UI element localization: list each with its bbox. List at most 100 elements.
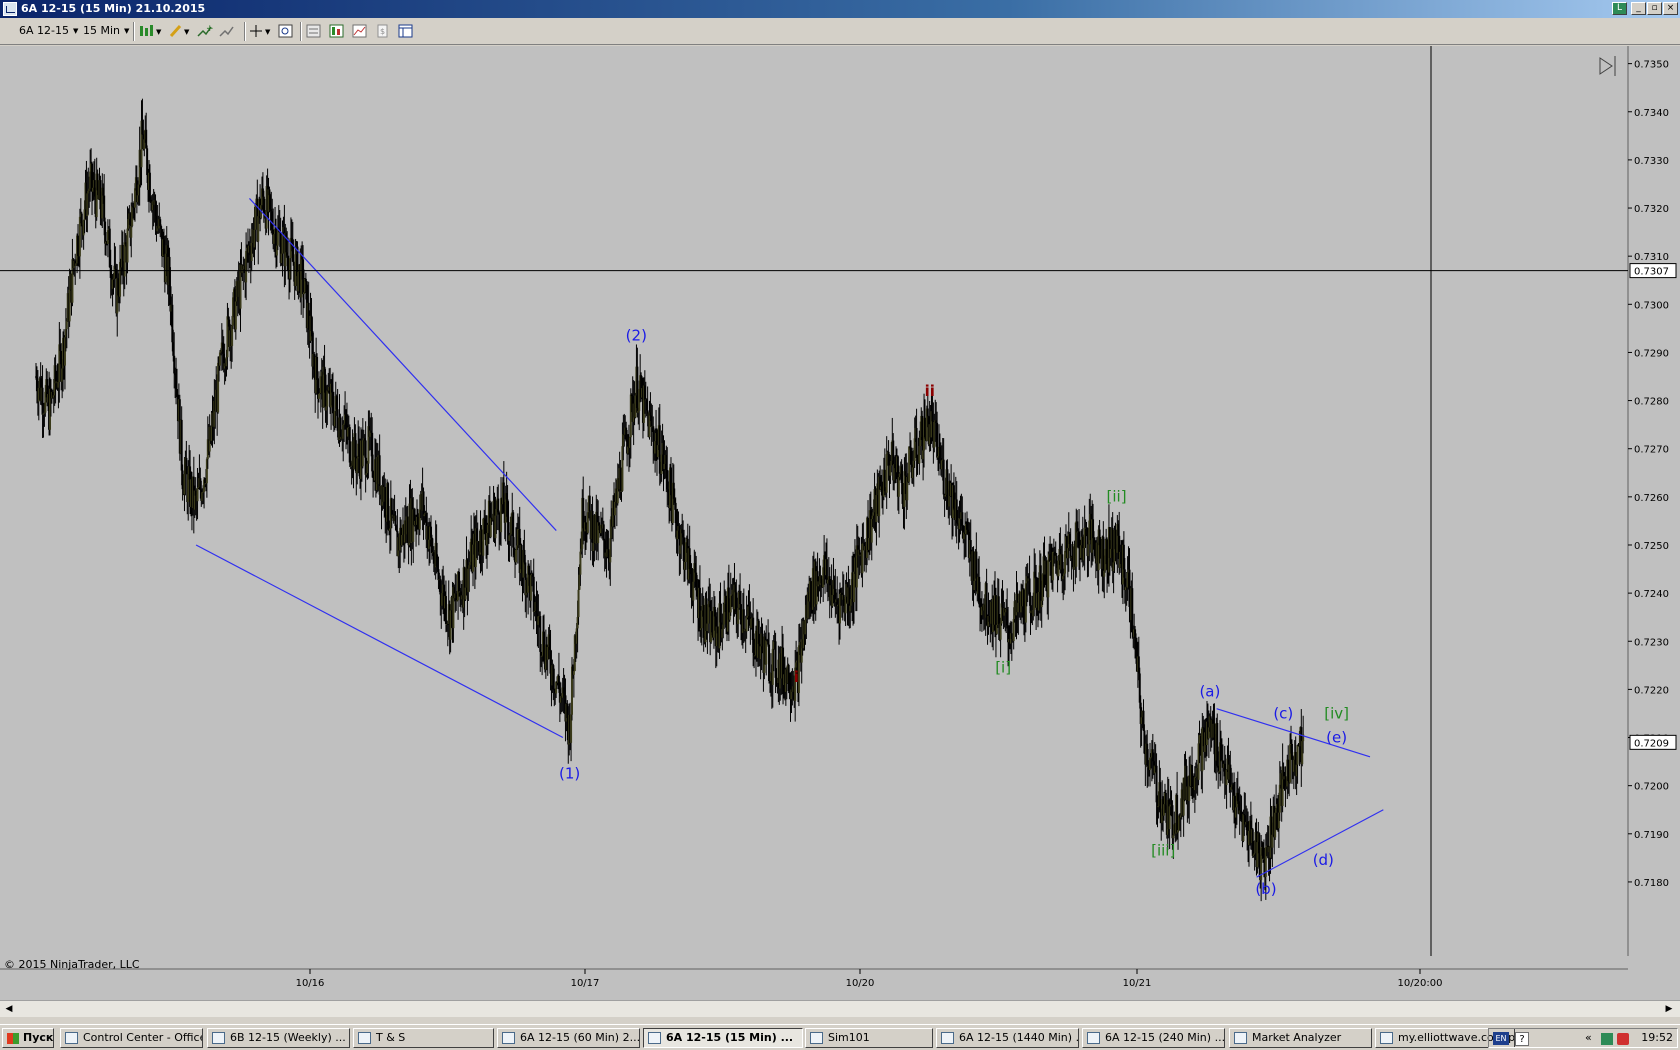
zoom-icon[interactable] <box>277 23 295 39</box>
candle-body <box>737 607 740 624</box>
trendline <box>195 544 564 739</box>
trendline <box>248 197 557 531</box>
candle-body <box>1064 550 1067 574</box>
wave-label: (d) <box>1313 851 1334 869</box>
candle-body <box>1177 830 1180 833</box>
candle-body <box>999 623 1002 640</box>
add-indicator-icon[interactable]: + <box>196 23 214 39</box>
bar-type-icon[interactable]: ▼ <box>138 23 162 39</box>
wave-label: [ii] <box>1107 488 1127 506</box>
candle-body <box>176 389 179 395</box>
candle-body <box>901 482 904 504</box>
taskbar-item-label: 6A 12-15 (15 Min) ... <box>666 1031 794 1044</box>
candle-body <box>1171 805 1174 839</box>
maximize-button[interactable]: ▫ <box>1647 2 1662 15</box>
price-tick-label: 0.7350 <box>1634 60 1669 71</box>
restore-small-icon[interactable]: L <box>1612 2 1627 15</box>
chevron-down-icon: ▼ <box>72 27 79 35</box>
candle-body <box>702 604 705 638</box>
crosshair-icon[interactable]: ▼ <box>249 23 271 39</box>
taskbar-item-label: 6A 12-15 (1440 Min) ... <box>959 1031 1079 1044</box>
candle-body <box>588 495 591 512</box>
candle-body <box>317 393 320 399</box>
candle-body <box>1296 745 1299 765</box>
interval-selector[interactable]: 15 Min ▼ <box>83 24 129 37</box>
scroll-left-icon[interactable]: ◀ <box>3 1003 15 1015</box>
scroll-to-end-icon[interactable] <box>1599 56 1616 76</box>
price-tick-label: 0.7310 <box>1634 252 1669 263</box>
close-button[interactable]: × <box>1663 2 1678 15</box>
taskbar-item-label: 6A 12-15 (60 Min) 2... <box>520 1031 640 1044</box>
start-button[interactable]: Пуск <box>2 1028 54 1048</box>
drawing-pencil-icon[interactable]: ▼ <box>168 23 190 39</box>
minimize-button[interactable]: _ <box>1631 2 1646 15</box>
properties-icon[interactable] <box>305 23 323 39</box>
price-tick-label: 0.7180 <box>1634 878 1669 889</box>
chart-canvas[interactable]: (1)(2)iii[ii][i][iii](a)(b)(c)(d)(e)[iv]… <box>0 46 1680 1002</box>
wave-label: (e) <box>1326 728 1347 746</box>
taskbar-item[interactable]: 6B 12-15 (Weekly) ... <box>207 1028 350 1048</box>
last-price-label: 0.7209 <box>1634 738 1669 749</box>
trendline-layer <box>195 197 1384 878</box>
svg-text:▼: ▼ <box>156 28 162 36</box>
price-tick-label: 0.7230 <box>1634 637 1669 648</box>
candle-body <box>961 512 964 526</box>
layout-icon[interactable] <box>397 23 415 39</box>
candle-body <box>598 522 601 526</box>
taskbar-item[interactable]: 6A 12-15 (15 Min) ... <box>643 1028 803 1048</box>
time-axis: 10/16 10/17 10/20 10/21 10/20:00 <box>0 968 1628 989</box>
wave-label: ii <box>925 382 935 400</box>
candle-body <box>942 459 945 495</box>
taskbar-item[interactable]: Market Analyzer <box>1229 1028 1372 1048</box>
candle-body <box>572 671 575 675</box>
scroll-right-icon[interactable]: ▶ <box>1663 1003 1675 1015</box>
taskbar-item[interactable]: T & S <box>353 1028 494 1048</box>
candle-body <box>126 228 129 263</box>
copy-icon[interactable]: $ <box>374 23 392 39</box>
price-chart[interactable]: (1) (2) i ii [ii] [i] [iii] (a) (b) (c) (d) (e) [iv]… <box>0 46 1680 1002</box>
candle-body <box>1047 559 1050 598</box>
help-icon[interactable]: ? <box>1515 1032 1529 1046</box>
candle-body <box>254 204 257 230</box>
crosshair-price-label: 0.7307 <box>1634 267 1669 278</box>
taskbar-item[interactable]: Control Center - Office <box>60 1028 203 1048</box>
window-icon <box>358 1032 371 1044</box>
candle-body <box>384 486 387 517</box>
chevron-down-icon: ▼ <box>124 27 130 35</box>
taskbar-item[interactable]: 6A 12-15 (1440 Min) ... <box>936 1028 1079 1048</box>
horizontal-scrollbar[interactable]: ◀ ▶ <box>0 1000 1680 1017</box>
data-box-icon[interactable] <box>328 23 346 39</box>
price-tick-label: 0.7260 <box>1634 493 1669 504</box>
candle-body <box>602 524 605 541</box>
candle-body <box>540 651 543 656</box>
alert-tray-icon[interactable] <box>1617 1033 1629 1045</box>
candle-body <box>810 581 813 608</box>
candle-body <box>1278 784 1281 813</box>
taskbar-item-label: 6A 12-15 (240 Min) ... <box>1105 1031 1225 1044</box>
copyright-text: © 2015 NinjaTrader, LLC <box>4 958 140 971</box>
candle-body <box>885 454 888 493</box>
window-title-bar[interactable]: 6A 12-15 (15 Min) 21.10.2015 L _ ▫ × <box>0 0 1680 18</box>
candle-body <box>196 488 199 502</box>
candle-body <box>80 213 83 227</box>
candle-body <box>68 289 71 322</box>
candle-body <box>1159 782 1162 811</box>
candle-body <box>646 410 649 414</box>
price-tick-label: 0.7220 <box>1634 685 1669 696</box>
taskbar-item[interactable]: 6A 12-15 (240 Min) ... <box>1082 1028 1225 1048</box>
window-icon <box>1234 1032 1247 1044</box>
strategy-icon[interactable] <box>218 23 236 39</box>
candle-body <box>577 589 580 618</box>
tray-expand-icon[interactable]: « <box>1585 1031 1592 1044</box>
wave-label: [iv] <box>1324 704 1349 722</box>
chart-trader-icon[interactable] <box>351 23 369 39</box>
candle-body <box>394 515 397 527</box>
instrument-label: 6A 12-15 <box>19 24 69 37</box>
candle-body <box>742 609 745 632</box>
ninjatrader-tray-icon[interactable] <box>1601 1033 1613 1045</box>
taskbar-item[interactable]: 6A 12-15 (60 Min) 2... <box>497 1028 640 1048</box>
window-icon <box>502 1032 515 1044</box>
taskbar-item[interactable]: Sim101 <box>805 1028 933 1048</box>
language-indicator[interactable]: EN <box>1493 1032 1509 1045</box>
instrument-selector[interactable]: 6A 12-15 ▼ <box>19 24 78 37</box>
